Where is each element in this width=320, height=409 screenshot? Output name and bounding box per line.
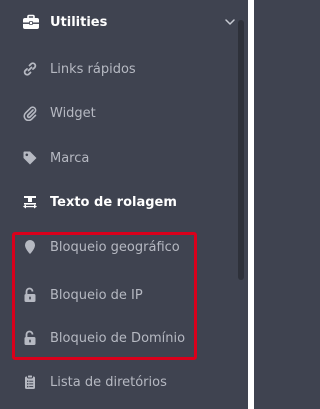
sidebar-item-label: Marca xyxy=(50,150,90,166)
sidebar-item-texto-de-rolagem[interactable]: Texto de rolagem xyxy=(22,190,177,214)
sidebar-item-links-rapidos[interactable]: Links rápidos xyxy=(22,57,136,81)
paperclip-icon xyxy=(22,105,38,121)
sidebar-item-label: Widget xyxy=(50,105,96,121)
toolbox-icon xyxy=(22,14,40,30)
scroll-text-icon xyxy=(22,194,38,210)
sidebar-item-marca[interactable]: Marca xyxy=(22,146,89,170)
sidebar-section-utilities[interactable]: Utilities xyxy=(22,10,107,34)
sidebar-item-lista-de-diretorios[interactable]: Lista de diretórios xyxy=(22,370,167,394)
sidebar-item-label: Texto de rolagem xyxy=(50,194,177,210)
highlight-box xyxy=(12,232,197,360)
tag-icon xyxy=(22,150,38,166)
sidebar-menu: Utilities Links rápidos Widget Marca Tex… xyxy=(0,0,254,409)
clipboard-icon xyxy=(22,374,38,390)
chevron-down-icon[interactable] xyxy=(224,16,236,28)
sidebar-scrollbar[interactable] xyxy=(238,20,244,280)
content-edge xyxy=(248,0,254,409)
sidebar-item-label: Lista de diretórios xyxy=(50,374,167,390)
sidebar-item-widget[interactable]: Widget xyxy=(22,101,96,125)
sidebar-item-label: Links rápidos xyxy=(50,61,136,77)
link-icon xyxy=(22,61,38,77)
sidebar-section-label: Utilities xyxy=(50,14,108,30)
